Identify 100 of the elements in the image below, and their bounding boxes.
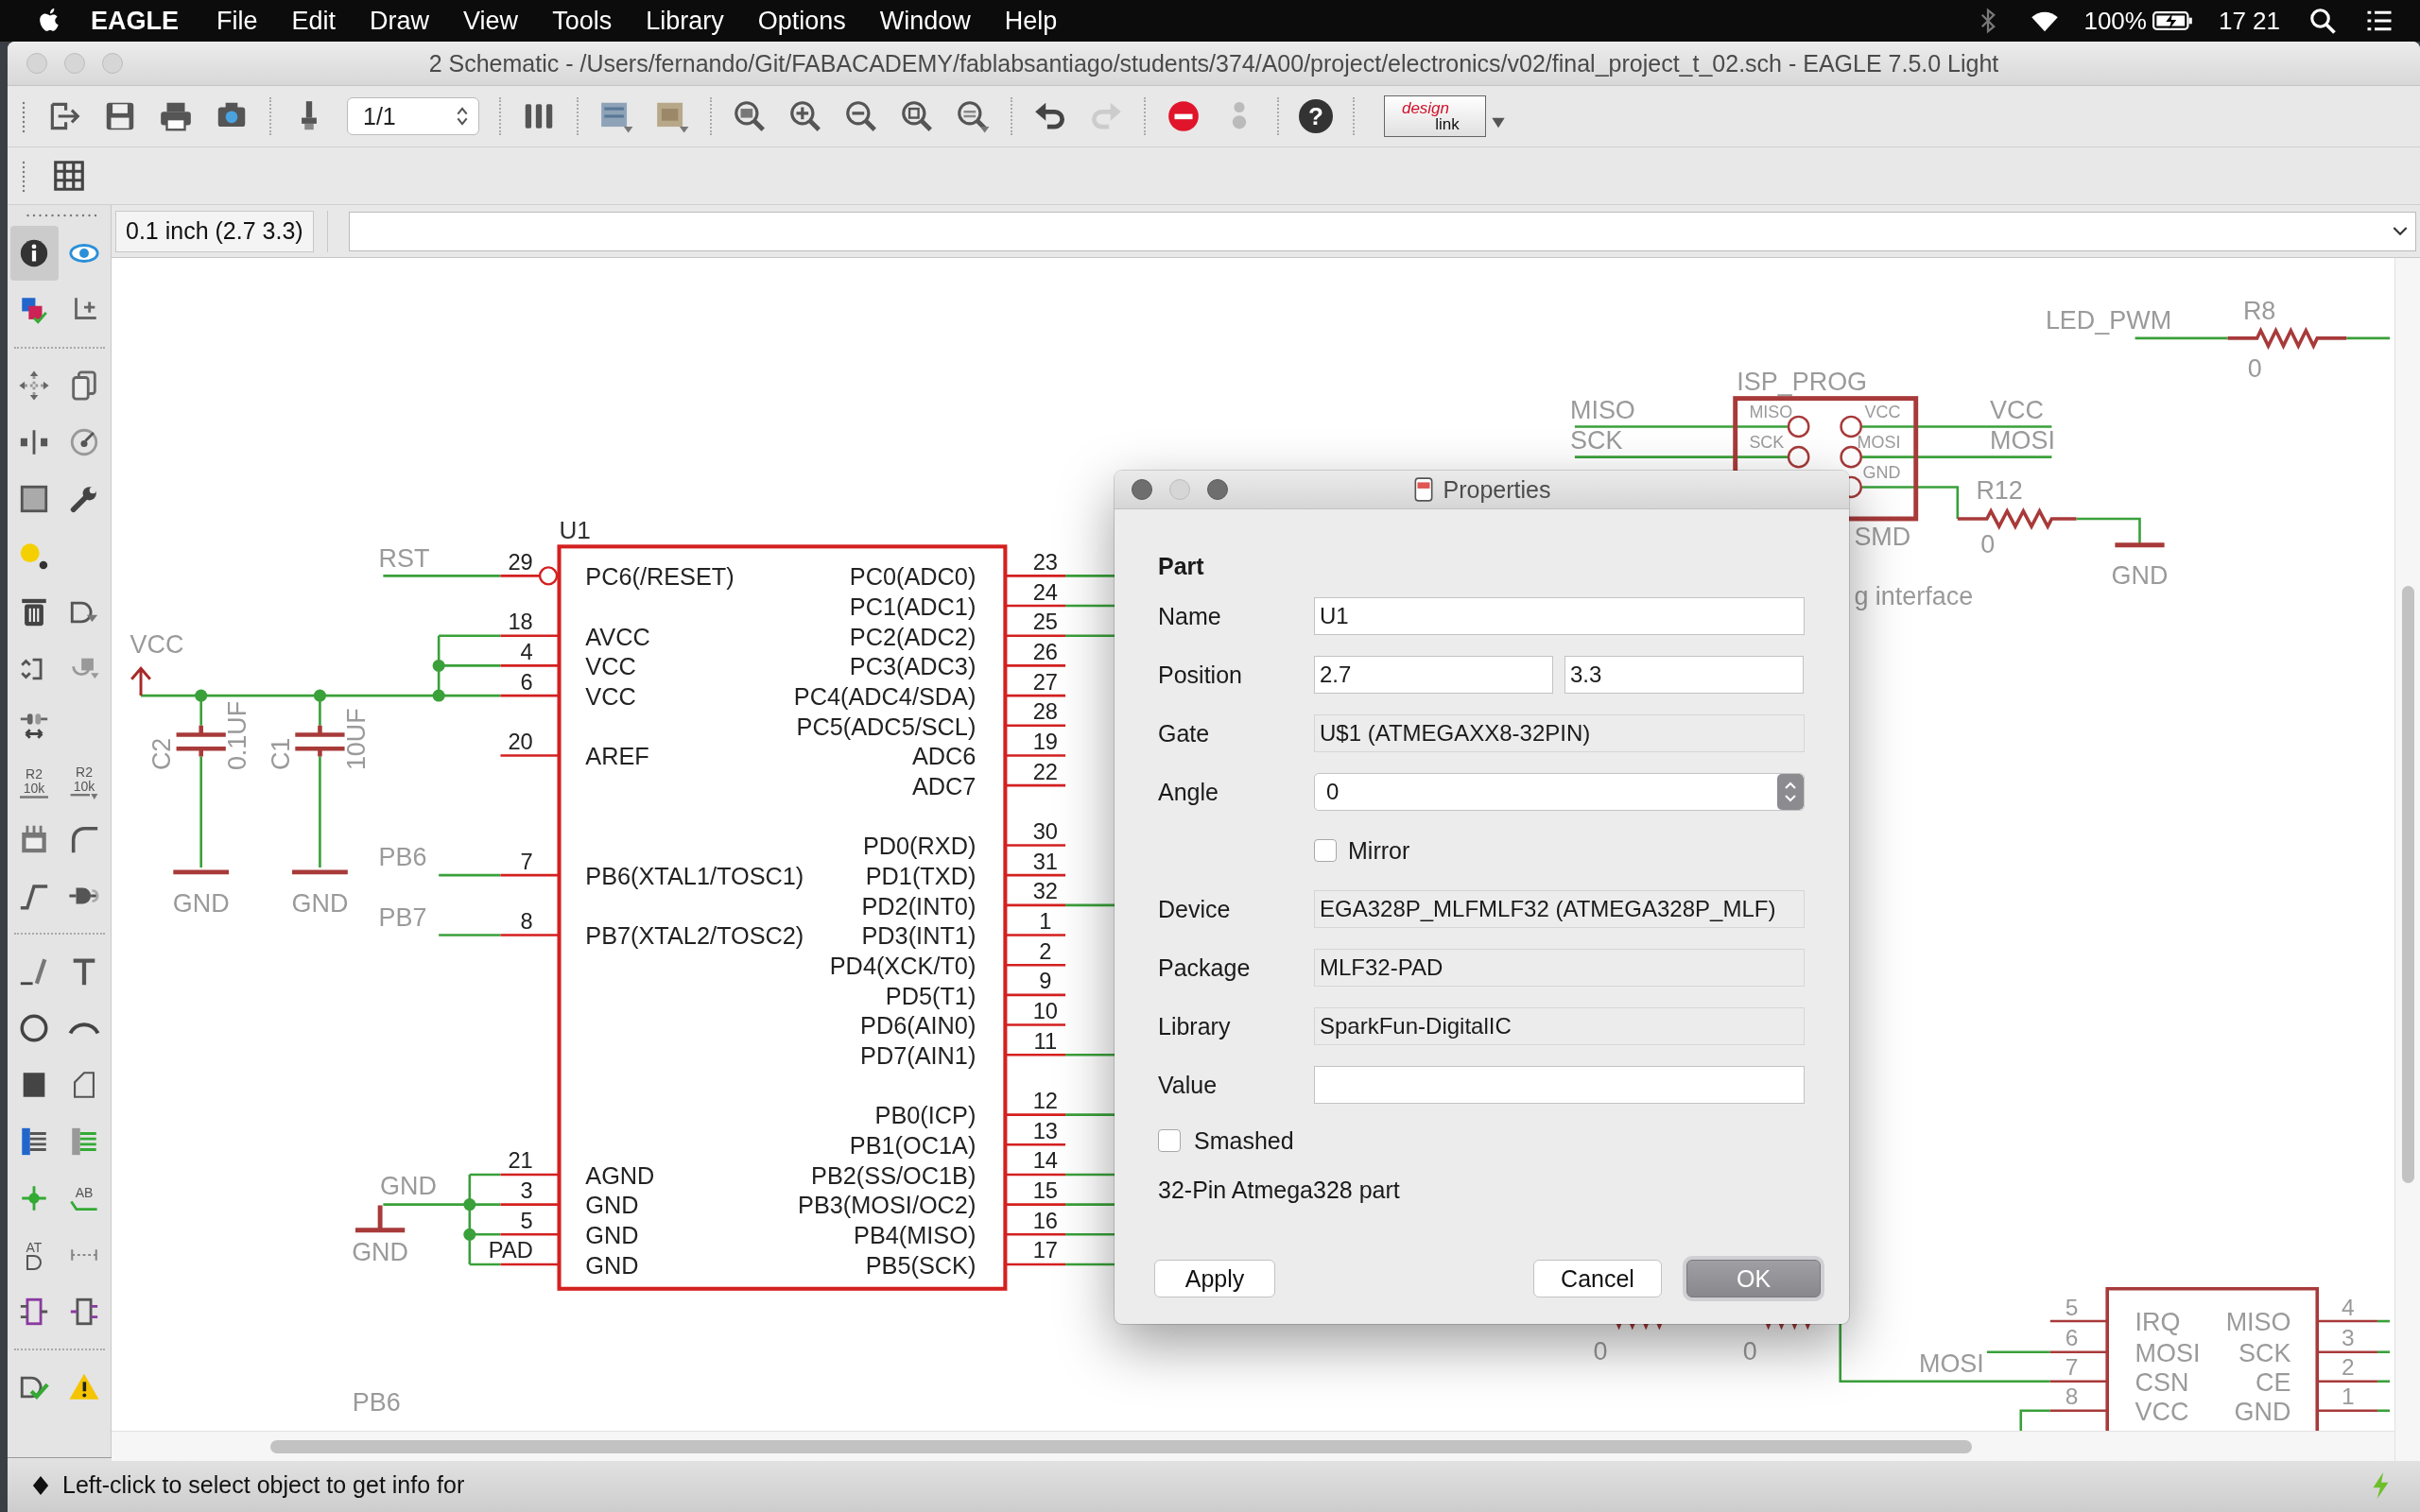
pin-name: PB5(SCK) (865, 1251, 977, 1279)
coordinate-field[interactable]: 2.7 (1314, 656, 1553, 694)
dialog-button[interactable]: Apply (1154, 1260, 1275, 1297)
net-label: LED_PWM (2045, 306, 2172, 335)
pin-name: AVCC (585, 623, 650, 650)
readonly-field: U$1 (ATMEGAXX8-32PIN) (1314, 714, 1805, 752)
net-label: GND (380, 1172, 437, 1201)
menu-item[interactable]: Draw (370, 6, 430, 36)
pin-name: PD6(AIN0) (860, 1012, 977, 1040)
pin-number: 7 (520, 849, 533, 874)
pin-number: 23 (1032, 549, 1058, 575)
menu-item[interactable]: Library (646, 6, 724, 36)
note-text: g interface (1854, 582, 1974, 611)
dialog-button[interactable]: Cancel (1533, 1260, 1662, 1297)
help-button[interactable]: ? (1299, 99, 1333, 133)
pin-name: PD0(RXD) (862, 833, 977, 860)
pin-name: PC1(ADC1) (849, 593, 977, 620)
pin-number: 7 (2065, 1354, 2079, 1381)
pin-number: 5 (2065, 1294, 2079, 1320)
pin-name: PC5(ADC5/SCL) (796, 713, 977, 740)
pin-name: MISO (1749, 403, 1793, 421)
net-label: MOSI (1919, 1349, 1984, 1378)
part-name: U1 (559, 516, 591, 545)
pin-number: 3 (2342, 1325, 2355, 1351)
pin-name: PB7(XTAL2/TOSC2) (585, 922, 804, 950)
field-label: Value (1158, 1071, 1219, 1099)
supply-label: GND (2111, 560, 2169, 590)
field-label: Position (1158, 661, 1243, 689)
pin-number: 4 (520, 639, 533, 664)
field-label: Gate (1158, 719, 1211, 747)
pin-number: 18 (508, 610, 533, 635)
pin-number: 26 (1032, 639, 1058, 664)
menu-item[interactable]: File (216, 6, 258, 36)
pin-name: PD1(TXD) (865, 862, 977, 889)
pin-name: GND (585, 1251, 639, 1279)
part-name: R12 (1976, 475, 2023, 505)
menu-item[interactable]: Help (1004, 6, 1058, 36)
text-field[interactable]: U1 (1314, 597, 1805, 635)
pin-name: ADC7 (911, 772, 977, 799)
label-tool[interactable]: AB (60, 1171, 109, 1226)
pin-number: 8 (2065, 1383, 2079, 1410)
menu-item[interactable]: Options (757, 6, 846, 36)
attribute-tool[interactable]: AT (9, 1228, 59, 1282)
pin-number: 22 (1032, 759, 1058, 784)
pin-number: 6 (2065, 1325, 2079, 1351)
net-label: PB6 (378, 843, 427, 872)
part-value: 0 (1980, 529, 1996, 558)
menu-item[interactable]: View (463, 6, 519, 36)
pin-number: 25 (1032, 610, 1058, 635)
pin-name: PB2(SS/OC1B) (811, 1161, 977, 1189)
menu-item[interactable]: Window (879, 6, 971, 36)
section-heading: Part (1158, 552, 1205, 581)
pin-number: 21 (508, 1148, 533, 1174)
value-tool[interactable]: R2 10k (60, 755, 109, 810)
pin-name: PD7(AIN1) (860, 1042, 977, 1069)
pin-name: PD3(INT1) (861, 922, 977, 950)
pin-number: 2 (2342, 1354, 2355, 1381)
page-selector[interactable]: 1/1 (347, 97, 479, 135)
net-label: RST (378, 543, 430, 573)
pin-number: 3 (520, 1178, 533, 1204)
pin-name: CE (2256, 1367, 2291, 1397)
menu-item[interactable]: Edit (291, 6, 337, 36)
pin-name: MOSI (1857, 432, 1901, 452)
pin-name: AREF (585, 743, 649, 770)
pin-name: SCK (2238, 1338, 2291, 1367)
pin-number: 10 (1032, 999, 1058, 1023)
pin-number: 20 (508, 729, 533, 754)
net-label: PB7 (378, 903, 427, 933)
pin-number: PAD (488, 1238, 533, 1263)
pin-name: GND (1862, 462, 1901, 482)
app-menu[interactable]: EAGLE (91, 6, 179, 36)
design-link-button[interactable]: design link (1384, 95, 1486, 137)
pin-name: PB3(MOSI/OC2) (798, 1192, 977, 1219)
pin-number: 8 (520, 909, 533, 934)
pin-name: PD5(T1) (885, 982, 977, 1009)
menu-item[interactable]: Tools (552, 6, 613, 36)
angle-spinner[interactable]: 0 (1314, 773, 1805, 811)
part-name: R8 (2242, 297, 2276, 326)
name-tool[interactable]: R2 10k (9, 755, 59, 810)
pin-number: 24 (1032, 579, 1058, 605)
pin-name: PC2(ADC2) (849, 623, 977, 650)
pin-name: VCC (585, 682, 636, 710)
battery-percentage: 100% (2083, 6, 2147, 36)
part-value: 0 (2247, 353, 2262, 383)
pin-number: 17 (1032, 1238, 1058, 1263)
pin-name: ADC6 (911, 743, 977, 770)
pin-name: PD4(XCK/T0) (829, 953, 977, 979)
net-label: PB6 (352, 1387, 401, 1417)
pin-name: GND (585, 1222, 639, 1249)
pin-name: PB6(XTAL1/TOSC1) (585, 862, 804, 889)
part-value: 0.1UF (223, 700, 252, 771)
supply-label: GND (352, 1238, 409, 1267)
pin-number: 4 (2342, 1294, 2355, 1320)
pin-number: 19 (1032, 729, 1058, 754)
pin-number: 11 (1033, 1028, 1058, 1054)
clock: 17 21 (2218, 6, 2280, 36)
coordinate-field[interactable]: 3.3 (1564, 656, 1804, 694)
pin-name: PB0(ICP) (874, 1102, 977, 1129)
field-label: Library (1158, 1012, 1232, 1040)
part-value: 10UF (341, 708, 371, 771)
